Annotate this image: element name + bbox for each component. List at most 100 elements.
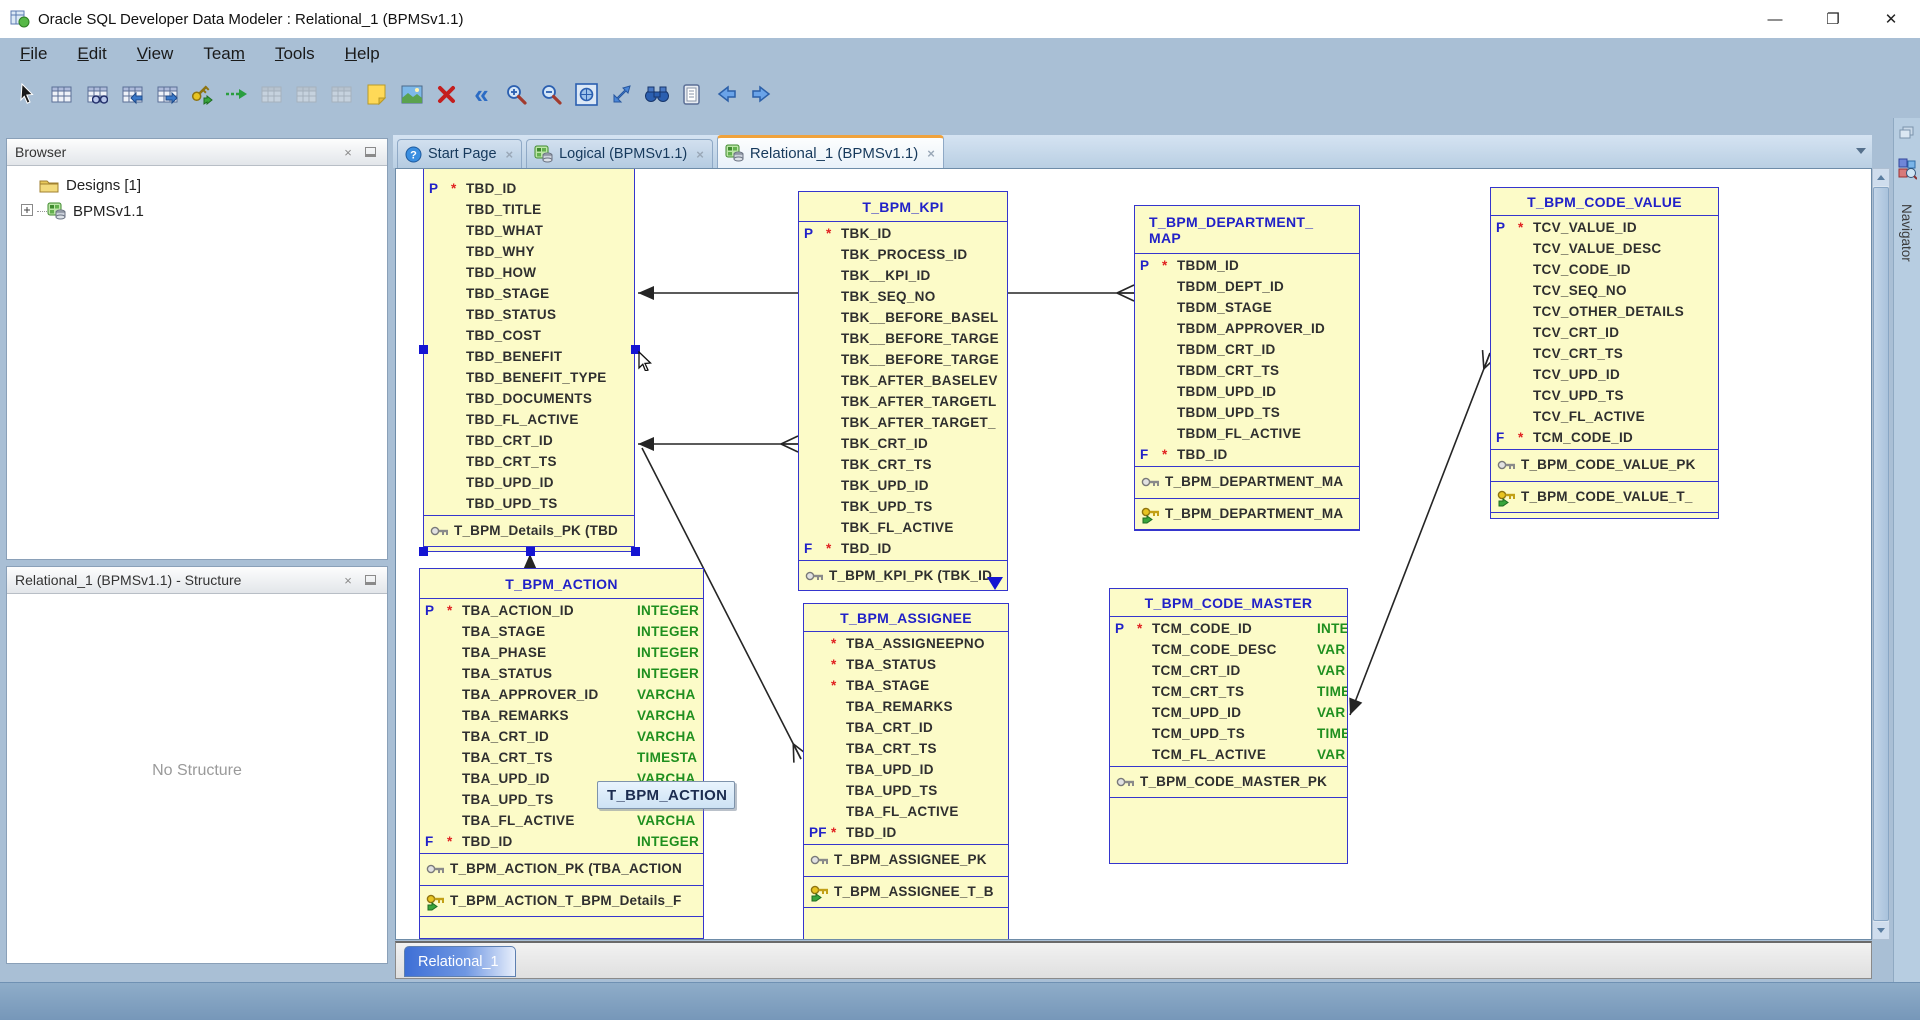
panel-minimize-icon[interactable] <box>361 572 379 588</box>
merge-tables-icon[interactable] <box>154 82 179 107</box>
menu-file[interactable]: File <box>12 42 55 66</box>
panel-minimize-icon[interactable] <box>361 144 379 160</box>
menu-tools[interactable]: Tools <box>267 42 323 66</box>
split-table-icon[interactable] <box>119 82 144 107</box>
column-name: TBDM_ID <box>1177 258 1240 273</box>
diagram-subtab-label: Relational_1 <box>418 953 499 970</box>
column-row: TBK_FL_ACTIVE <box>799 518 1007 539</box>
primary-key-row: T_BPM_ACTION_PK (TBA_ACTION <box>420 853 703 885</box>
column-name: TCV_CRT_TS <box>1533 346 1624 361</box>
foreign-key-row: T_BPM_CODE_VALUE_T_ <box>1491 481 1718 513</box>
select-pointer-icon[interactable] <box>14 82 39 107</box>
new-dependency-icon[interactable] <box>224 82 249 107</box>
column-name: TBD_ID <box>846 825 897 840</box>
selection-handle[interactable] <box>526 547 535 556</box>
selection-handle[interactable] <box>631 547 640 556</box>
key-marker: P <box>429 181 439 196</box>
ddl-preview-icon[interactable] <box>679 82 704 107</box>
key-label: T_BPM_CODE_MASTER_PK <box>1140 774 1328 789</box>
minimize-button[interactable]: — <box>1746 0 1804 38</box>
new-foreign-key-icon[interactable] <box>189 82 214 107</box>
column-name: TCM_CODE_ID <box>1152 621 1253 636</box>
column-name: TBD_FL_ACTIVE <box>466 412 579 427</box>
menu-help[interactable]: Help <box>337 42 388 66</box>
entity-t-bpm-assignee[interactable]: T_BPM_ASSIGNEE * TBA_ASSIGNEEPNO * TBA_STATU… <box>803 603 1009 939</box>
key-marker: F <box>425 834 434 849</box>
tab-overflow-chevron-icon[interactable] <box>1856 148 1866 154</box>
tab-close-icon[interactable]: × <box>506 147 514 162</box>
entity-t-bpm-kpi[interactable]: T_BPM_KPI P * TBK_ID TBK_PROCESS_ID TBK__KPI_… <box>798 191 1008 591</box>
key-label: T_BPM_ACTION_PK (TBA_ACTION <box>450 861 682 876</box>
delete-icon[interactable] <box>434 82 459 107</box>
entity-t-bpm-department-map[interactable]: T_BPM_DEPARTMENT_ MAP P * TBDM_ID TBDM_DEPT_I… <box>1134 205 1360 531</box>
navigate-forward-icon[interactable] <box>749 82 774 107</box>
scrollbar-thumb[interactable] <box>1873 187 1889 921</box>
tab-close-icon[interactable]: × <box>927 146 935 161</box>
primary-key-icon <box>1116 775 1136 792</box>
expand-plus-icon[interactable] <box>21 203 47 220</box>
column-row: TBK_CRT_TS <box>799 455 1007 476</box>
tree-item-designs-1-[interactable]: Designs [1] <box>13 172 387 198</box>
column-name: TCV_VALUE_ID <box>1533 220 1637 235</box>
column-name: TBA_REMARKS <box>846 699 953 714</box>
collapse-all-icon[interactable]: « <box>469 81 494 107</box>
column-name: TCM_FL_ACTIVE <box>1152 747 1267 762</box>
column-name: TCV_FL_ACTIVE <box>1533 409 1645 424</box>
resize-to-visible-icon[interactable] <box>609 82 634 107</box>
tree-item-bpmsv1-1[interactable]: BPMSv1.1 <box>13 198 387 224</box>
tab-relational-1-bpmsv1-1-[interactable]: Relational_1 (BPMSv1.1) × <box>716 135 944 168</box>
key-marker: P <box>1115 621 1125 636</box>
new-note-icon[interactable] <box>364 82 389 107</box>
diagram-canvas[interactable]: P * TBD_ID TBD_TITLE TBD_WHAT TBD_WHY TBD_HOW T… <box>395 168 1872 940</box>
close-button[interactable]: ✕ <box>1862 0 1920 38</box>
entity-t-bpm-code-value[interactable]: T_BPM_CODE_VALUE P * TCV_VALUE_ID TCV_VALUE_… <box>1490 187 1719 519</box>
panel-close-icon[interactable]: × <box>339 144 357 160</box>
new-image-icon[interactable] <box>399 82 424 107</box>
primary-key-icon <box>810 853 830 870</box>
diagram-subtab-relational-1[interactable]: Relational_1 <box>404 946 516 977</box>
restore-panel-icon[interactable] <box>1899 126 1915 145</box>
menu-team[interactable]: Team <box>195 42 253 66</box>
column-row: TCV_SEQ_NO <box>1491 281 1718 302</box>
canvas-vertical-scrollbar[interactable] <box>1872 168 1890 940</box>
selection-handle[interactable] <box>419 547 428 556</box>
tab-logical-bpmsv1-1-[interactable]: Logical (BPMSv1.1) × <box>526 139 713 168</box>
primary-key-row: T_BPM_DEPARTMENT_MA <box>1135 466 1359 498</box>
navigator-tab[interactable]: Navigator <box>1899 204 1914 262</box>
key-marker: P <box>1140 258 1150 273</box>
new-table-icon[interactable] <box>49 82 74 107</box>
tab-start-page[interactable]: ? Start Page × <box>397 139 523 168</box>
entity-t-bpm-action[interactable]: T_BPM_ACTION P * TBA_ACTION_ID INTEGER TBA_ST… <box>419 568 704 939</box>
structure-panel-title: Relational_1 (BPMSv1.1) - Structure <box>15 572 242 588</box>
column-row: TBD_UPD_ID <box>424 473 634 494</box>
navigate-back-icon[interactable] <box>714 82 739 107</box>
zoom-out-icon[interactable] <box>539 82 564 107</box>
menu-view[interactable]: View <box>129 42 182 66</box>
entity-t-bpm-details[interactable]: P * TBD_ID TBD_TITLE TBD_WHAT TBD_WHY TBD_HOW T… <box>423 169 635 552</box>
column-type: INTEGER <box>637 645 700 660</box>
navigator-icon[interactable] <box>1898 158 1918 185</box>
column-row: TCV_UPD_TS <box>1491 386 1718 407</box>
selection-handle[interactable] <box>419 345 428 354</box>
entity-t-bpm-code-master[interactable]: T_BPM_CODE_MASTER P * TCM_CODE_ID INTE TCM_CO… <box>1109 588 1348 864</box>
zoom-in-icon[interactable] <box>504 82 529 107</box>
panel-close-icon[interactable]: × <box>339 572 357 588</box>
scroll-up-button[interactable] <box>1873 169 1889 186</box>
scroll-down-button[interactable] <box>1873 922 1889 939</box>
tab-close-icon[interactable]: × <box>696 147 704 162</box>
search-icon[interactable] <box>644 82 669 107</box>
column-row: TBK__BEFORE_TARGE <box>799 329 1007 350</box>
fit-screen-icon[interactable] <box>574 82 599 107</box>
view-table-details-icon[interactable] <box>84 82 109 107</box>
column-name: TBA_CRT_TS <box>846 741 937 756</box>
column-name: TBD_STATUS <box>466 307 557 322</box>
column-row: TBA_STAGE INTEGER <box>420 622 703 643</box>
column-name: TCM_UPD_TS <box>1152 726 1246 741</box>
maximize-button[interactable]: ❐ <box>1804 0 1862 38</box>
model-icon <box>534 145 553 163</box>
menu-edit[interactable]: Edit <box>69 42 114 66</box>
column-name: TBK__BEFORE_TARGE <box>841 352 999 367</box>
key-marker: PF <box>809 825 827 840</box>
column-name: TBA_STAGE <box>846 678 930 693</box>
foreign-key-icon <box>810 885 830 905</box>
